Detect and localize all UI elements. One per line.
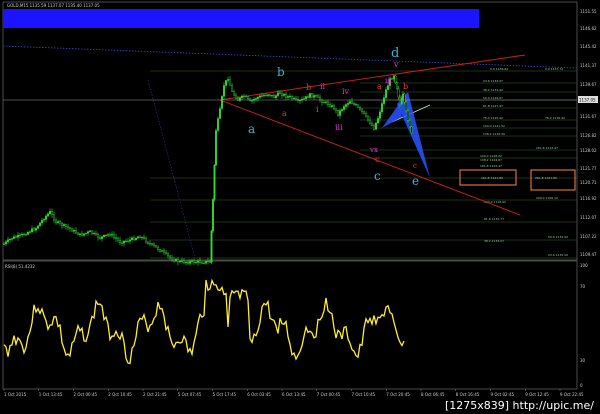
fib-label: 61.8 1131.77	[484, 217, 504, 221]
time-tick: 2 Oct 21:45	[143, 392, 167, 397]
rsi-level: 30	[580, 358, 586, 363]
time-tick: 2 Oct 00:45	[74, 392, 98, 397]
fib-label: 76.4 1125.42	[483, 116, 503, 120]
target-box-2-label: 261.8 1121.82	[535, 176, 557, 180]
time-tick: 8 Oct 16:45	[456, 392, 480, 397]
price-tick: 1145.42	[580, 44, 597, 49]
wave-label-small-b: b	[306, 83, 311, 92]
fib-label: 38.2 1134.07	[484, 239, 504, 243]
fib-label: 0.0 1137.72	[545, 67, 563, 71]
wave-label-ii: ii	[320, 82, 326, 91]
wave-label-v: v	[393, 60, 399, 69]
wave-label-small-a: a	[282, 109, 287, 118]
rsi-level: 70	[580, 284, 586, 289]
dotted-trendline-2	[147, 79, 196, 259]
fib-lines	[150, 70, 577, 259]
symbol-info: GOLD,M15 1135.59 1137.07 1135.40 1137.05	[7, 3, 100, 8]
fib-label: 50.0 1132.92	[548, 235, 568, 239]
rsi-level: 100	[580, 263, 588, 268]
price-tick: 1139.67	[580, 82, 597, 87]
projection-wedge-2	[382, 104, 402, 128]
rsi-axis: 100 70 30 0	[580, 263, 588, 388]
fib-label: 138.2 1124.67	[480, 158, 502, 162]
fib-label: 38.2 1131.42	[483, 88, 503, 92]
fib-label: 23.6 1135.52	[548, 253, 568, 257]
time-tick: 8 Oct 06:45	[421, 392, 445, 397]
price-tick: 1131.67	[580, 114, 597, 119]
wave-label-i: i	[316, 105, 319, 114]
dotted-trendline	[2, 45, 578, 69]
wave-label-c2: c	[413, 162, 417, 170]
rsi-label: RSI(8) 51.4232	[5, 264, 35, 269]
time-tick: 9 Oct 22:45	[560, 392, 584, 397]
time-tick: 6 Oct 03:45	[247, 392, 271, 397]
wave-label-iii: iii	[335, 123, 343, 132]
wave-label-small-c: c	[375, 155, 380, 164]
fib-label: 50.0 1129.67	[483, 96, 503, 100]
price-tick: 1120.71	[580, 180, 597, 185]
wave-label-a: a	[248, 122, 255, 136]
price-tick: 1121.77	[580, 166, 597, 171]
current-price: 1137.05	[579, 98, 596, 103]
fib-label: 161.8 1112.47	[536, 146, 558, 150]
wave-label-b: b	[277, 65, 285, 79]
time-tick: 5 Oct 17:45	[213, 392, 237, 397]
price-tick: 1141.37	[580, 63, 597, 68]
header-bar	[3, 9, 479, 28]
price-tick: 1109.47	[580, 252, 597, 257]
price-tick: 1128.02	[580, 148, 597, 153]
fib-label: 100.0 1121.52	[483, 124, 505, 128]
rsi-line	[3, 278, 405, 365]
fib-label: 138.2 1116.39	[483, 132, 505, 136]
wave-label-a2: a	[377, 82, 382, 91]
triangle-lines	[219, 54, 526, 216]
fib-label: 23.6 1133.97	[483, 79, 503, 83]
time-tick: 5 Oct 07:45	[178, 392, 202, 397]
fib-label: 200.0 1106.12	[536, 196, 558, 200]
trading-chart[interactable]: GOLD,M15 1135.59 1137.07 1135.40 1137.05…	[0, 0, 600, 414]
fib-labels-right: 0.0 1136.62 23.6 1133.97 38.2 1131.42 50…	[483, 67, 558, 200]
wave-label-e: e	[412, 174, 419, 188]
price-tick: 1107.22	[580, 234, 597, 239]
rsi-level: 0	[580, 383, 583, 388]
target-box-2[interactable]	[530, 169, 576, 191]
fib-label: 161.8 1122.47	[480, 164, 502, 168]
price-tick: 1146.62	[580, 26, 597, 31]
wave-label-iv: iv	[342, 87, 350, 96]
price-tick: 1112.07	[580, 215, 597, 220]
watermark: [1275x839] http://upic.me/	[444, 399, 594, 412]
wave-label-b2: b	[403, 82, 408, 91]
fib-label: 76.4 1130.42	[545, 116, 565, 120]
time-tick: 7 Oct 10:45	[352, 392, 376, 397]
fib-label: 61.8 1127.97	[483, 104, 503, 108]
price-axis: 1137.05 1151.55 1146.62 1145.42 1141.37 …	[578, 9, 598, 257]
time-tick: 6 Oct 13:45	[282, 392, 306, 397]
wave-label-vx: vx	[369, 146, 378, 154]
wave-label-d: d	[391, 46, 399, 61]
fib-label: 0.0 1136.62	[490, 67, 508, 71]
price-tick: 1116.92	[580, 196, 597, 201]
time-tick: 9 Oct 12:45	[525, 392, 549, 397]
candlesticks	[3, 74, 413, 266]
wave-label-c: c	[374, 169, 381, 183]
time-tick: 7 Oct 00:45	[317, 392, 341, 397]
wave-label-iii-small: iii	[385, 77, 392, 85]
rsi-panel-frame	[2, 260, 578, 390]
time-axis: 1 Oct 2015 1 Oct 13:45 2 Oct 00:45 2 Oct 10…	[3, 389, 584, 397]
time-tick: 1 Oct 13:45	[39, 392, 63, 397]
price-tick: 1151.55	[580, 9, 597, 14]
time-tick: 9 Oct 02:45	[491, 392, 515, 397]
time-tick: 7 Oct 20:45	[386, 392, 410, 397]
time-tick: 1 Oct 2015	[4, 392, 27, 397]
main-chart-frame	[2, 1, 578, 261]
time-tick: 2 Oct 10:45	[108, 392, 132, 397]
price-tick: 1126.82	[580, 133, 597, 138]
target-box-1-label: 161.8 1121.82	[481, 176, 503, 180]
